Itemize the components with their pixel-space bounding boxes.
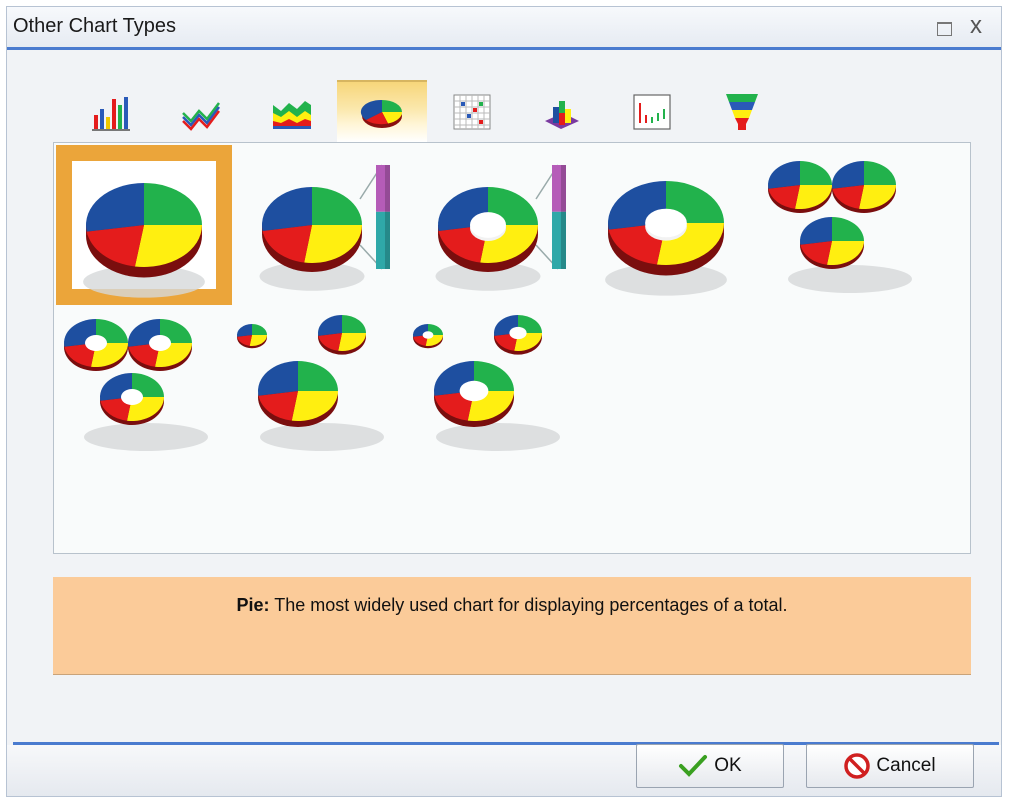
ok-button[interactable]: OK [636, 744, 784, 788]
tab-bar-chart[interactable] [67, 80, 157, 142]
tab-pie-chart[interactable] [337, 80, 427, 142]
dialog-title: Other Chart Types [13, 15, 177, 37]
chart-subtype-multi-proportional-ring-pie[interactable] [408, 305, 584, 465]
tab-funnel-chart[interactable] [697, 80, 787, 142]
tab-area-chart[interactable] [247, 80, 337, 142]
multi-proportional-pie-thumbnail-icon [237, 315, 384, 451]
line-chart-icon [182, 102, 220, 131]
area-chart-icon [273, 101, 311, 129]
ring-pie-thumbnail-icon [605, 181, 727, 296]
title-bar: Other Chart Types x [7, 7, 1001, 50]
description-text: The most widely used chart for displayin… [269, 595, 788, 615]
ring-pie-bar-thumbnail-icon [435, 164, 566, 291]
pie-bar-thumbnail-icon [259, 164, 390, 291]
cancel-button[interactable]: Cancel [806, 744, 974, 788]
tab-stock-chart[interactable] [607, 80, 697, 142]
stock-chart-icon [633, 94, 671, 130]
maximize-icon[interactable] [933, 18, 955, 40]
funnel-chart-icon [726, 94, 758, 130]
pie-chart-icon [360, 99, 403, 128]
chart-subtype-gallery [53, 142, 971, 554]
tab-3d-bar-chart[interactable] [517, 80, 607, 142]
chart-subtype-pie-bar[interactable] [232, 145, 408, 305]
ok-label: OK [714, 755, 742, 776]
description-term: Pie: [236, 595, 270, 615]
multi-proportional-ring-pie-thumbnail-icon [413, 315, 560, 451]
chart-subtype-multi-proportional-pie[interactable] [232, 305, 408, 465]
scatter-grid-icon [453, 94, 491, 130]
tab-scatter-chart[interactable] [427, 80, 517, 142]
multi-pie-thumbnail-icon [768, 161, 912, 293]
close-icon[interactable]: x [965, 12, 987, 39]
chart-subtype-multi-ring-pie[interactable] [56, 305, 232, 465]
multi-ring-pie-thumbnail-icon [64, 319, 208, 451]
tab-line-chart[interactable] [157, 80, 247, 142]
chart-description: Pie: The most widely used chart for disp… [53, 577, 971, 675]
bar-chart-icon [92, 97, 130, 131]
cancel-icon [844, 753, 871, 779]
pie-thumbnail-icon [83, 183, 205, 298]
chart-subtype-ring-pie-bar[interactable] [408, 145, 584, 305]
chart-types-dialog: Other Chart Types x Pie: The most widely… [6, 6, 1002, 797]
chart-subtype-ring-pie[interactable] [584, 145, 760, 305]
chart-subtype-multi-pie[interactable] [760, 145, 936, 305]
cancel-label: Cancel [876, 755, 936, 776]
checkmark-icon [678, 754, 708, 778]
3d-bar-chart-icon [545, 101, 579, 129]
chart-subtype-pie[interactable] [56, 145, 232, 305]
chart-category-tabs [67, 80, 767, 142]
